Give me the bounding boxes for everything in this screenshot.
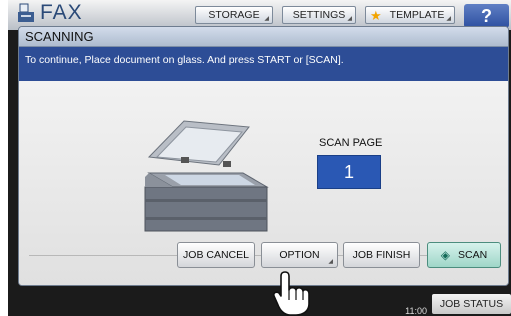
star-icon: ★ <box>370 8 382 23</box>
tab-storage[interactable]: STORAGE ◢ <box>195 6 273 24</box>
start-diamond-icon: ◈ <box>440 248 451 262</box>
corner-arrow-icon: ◢ <box>446 16 451 22</box>
tab-storage-label: STORAGE <box>208 9 260 21</box>
tab-template[interactable]: ★ TEMPLATE ◢ <box>365 6 455 24</box>
tab-template-label: TEMPLATE <box>389 9 445 21</box>
tab-settings[interactable]: SETTINGS ◢ <box>282 6 356 24</box>
pointing-hand-icon <box>273 271 310 316</box>
job-cancel-button[interactable]: JOB CANCEL <box>177 242 255 268</box>
clock-time: 11:00 <box>405 306 427 316</box>
option-button[interactable]: OPTION ◢ <box>261 242 338 268</box>
fax-machine-icon <box>18 3 34 22</box>
scanner-glass-illustration <box>144 120 269 232</box>
scan-page-counter: 1 <box>317 155 381 189</box>
clock: 11:00 <box>372 298 427 316</box>
touch-panel-screen: FAX STORAGE ◢ SETTINGS ◢ ★ TEMPLATE ◢ ? … <box>8 0 511 316</box>
corner-arrow-icon: ◢ <box>328 259 333 265</box>
scan-button[interactable]: ◈ SCAN <box>427 242 501 268</box>
corner-arrow-icon: ◢ <box>347 16 352 22</box>
job-status-button[interactable]: JOB STATUS <box>432 294 511 314</box>
app-title: FAX <box>40 1 83 24</box>
option-button-label: OPTION <box>279 249 320 261</box>
instruction-message: To continue, Place document on glass. An… <box>19 47 508 81</box>
help-button[interactable]: ? <box>464 4 509 28</box>
job-finish-button[interactable]: JOB FINISH <box>343 242 420 268</box>
corner-arrow-icon: ◢ <box>264 16 269 22</box>
scanning-dialog: SCANNING To continue, Place document on … <box>18 26 509 286</box>
scan-button-label: SCAN <box>458 249 488 261</box>
tab-settings-label: SETTINGS <box>292 9 346 21</box>
dialog-title: SCANNING <box>19 27 508 47</box>
scan-page-label: SCAN PAGE <box>319 137 383 149</box>
